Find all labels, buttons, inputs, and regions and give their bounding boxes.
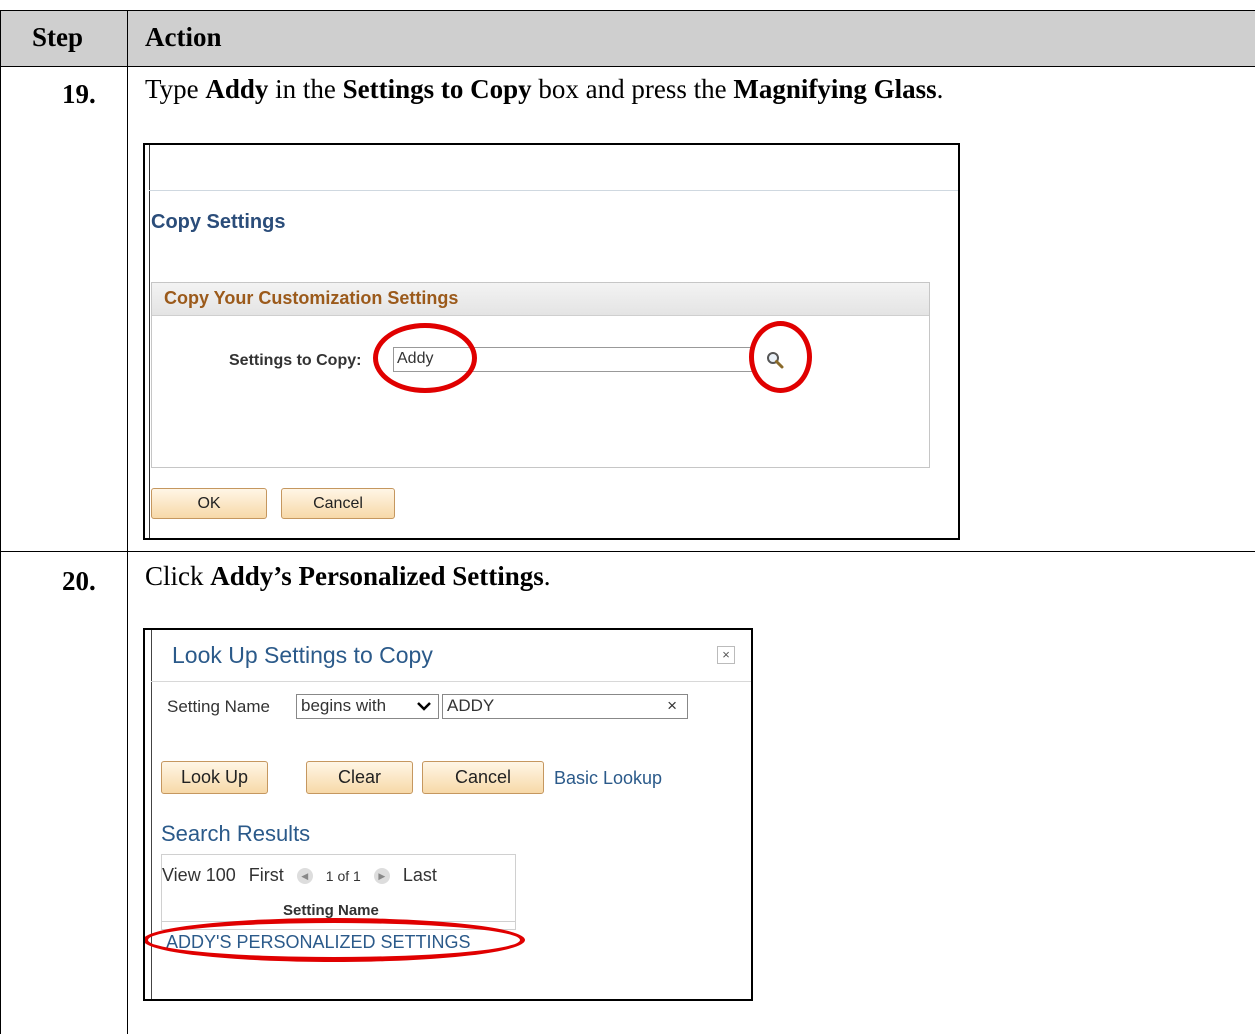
table-border-left [0,10,1,1034]
dialog-title: Look Up Settings to Copy [172,642,433,668]
copy-settings-screenshot: Copy Settings Copy Your Customization Se… [143,143,960,540]
instruction-table: Step Action 19. Type Addy in the Setting… [0,0,1255,1034]
setting-name-input[interactable]: ADDY × [442,694,688,719]
results-nav: View 100 First ◀ 1 of 1 ▶ Last [162,865,445,886]
view-100-link[interactable]: View 100 [162,865,236,885]
search-results-heading: Search Results [161,821,311,846]
ok-button[interactable]: OK [151,488,267,519]
header-action: Action [145,22,222,52]
step-20-instruction: Click Addy’s Personalized Settings. [145,561,551,591]
chevron-down-icon [417,702,431,711]
lookup-screenshot: Look Up Settings to Copy × Setting Name … [143,628,753,1001]
basic-lookup-link[interactable]: Basic Lookup [554,768,662,789]
table-border-row [0,551,1255,552]
clear-input-icon[interactable]: × [667,696,677,716]
previous-arrow-icon[interactable]: ◀ [296,868,313,884]
dialog-divider [151,681,751,682]
highlight-oval-result [145,918,525,962]
last-link[interactable]: Last [403,865,437,885]
group-title: Copy Your Customization Settings [164,288,459,308]
table-border-header [0,66,1255,67]
page-count: 1 of 1 [325,868,361,884]
operator-select[interactable]: begins with [296,694,439,719]
settings-to-copy-label: Settings to Copy: [229,352,362,369]
table-border-top [0,10,1255,11]
screenshot-edge [145,145,150,538]
page-title: Copy Settings [151,211,286,233]
cancel-button[interactable]: Cancel [281,488,395,519]
step-20-number: 20. [62,566,96,596]
customization-group: Copy Your Customization Settings [151,282,930,468]
highlight-oval-magnifier [749,321,812,393]
look-up-button[interactable]: Look Up [161,761,268,794]
next-arrow-icon[interactable]: ▶ [373,868,390,884]
first-link[interactable]: First [249,865,284,885]
screenshot-divider [149,190,958,191]
close-icon[interactable]: × [717,646,735,664]
cancel-button[interactable]: Cancel [422,761,544,794]
clear-button[interactable]: Clear [306,761,413,794]
setting-name-label: Setting Name [167,697,270,716]
step-19-instruction: Type Addy in the Settings to Copy box an… [145,74,944,104]
setting-name-value: ADDY [447,696,495,715]
table-border-col [127,10,128,1034]
operator-value: begins with [301,696,387,715]
step-19-number: 19. [62,79,96,109]
column-header-setting-name: Setting Name [283,902,379,919]
header-step: Step [32,22,84,52]
highlight-oval-input [373,323,477,393]
